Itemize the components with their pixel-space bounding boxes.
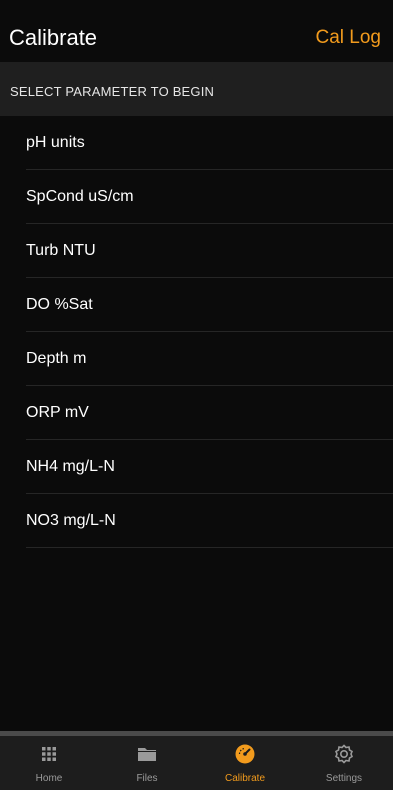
page-title: Calibrate <box>9 25 98 50</box>
parameter-label: NH4 mg/L-N <box>26 458 115 475</box>
tab-files-label: Files <box>136 773 158 784</box>
parameter-label: pH units <box>26 134 85 151</box>
grid-icon <box>42 747 56 761</box>
parameter-label: ORP mV <box>26 404 89 421</box>
list-item[interactable]: Turb NTU <box>0 224 393 278</box>
row-separator <box>26 547 393 548</box>
tab-bar: Home Files Calibrate Settings <box>0 731 393 790</box>
parameter-label: SpCond uS/cm <box>26 188 134 205</box>
gauge-icon <box>235 744 255 764</box>
parameter-label: NO3 mg/L-N <box>26 512 116 529</box>
tab-files[interactable]: Files <box>98 736 196 790</box>
list-item[interactable]: NO3 mg/L-N <box>0 494 393 548</box>
list-item[interactable]: pH units <box>0 116 393 170</box>
cal-log-button[interactable]: Cal Log <box>316 27 382 49</box>
list-item[interactable]: Depth m <box>0 332 393 386</box>
section-header: SELECT PARAMETER TO BEGIN <box>0 62 393 116</box>
gear-icon <box>335 744 353 764</box>
tab-calibrate[interactable]: Calibrate <box>196 736 294 790</box>
list-item[interactable]: ORP mV <box>0 386 393 440</box>
section-header-label: SELECT PARAMETER TO BEGIN <box>10 84 215 99</box>
folder-icon <box>138 748 156 761</box>
tab-calibrate-label: Calibrate <box>224 773 266 784</box>
tab-home[interactable]: Home <box>0 736 98 790</box>
list-item[interactable]: DO %Sat <box>0 278 393 332</box>
parameter-label: Turb NTU <box>26 242 96 259</box>
parameter-label: Depth m <box>26 350 87 367</box>
tab-settings[interactable]: Settings <box>295 736 393 790</box>
list-item[interactable]: SpCond uS/cm <box>0 170 393 224</box>
parameter-label: DO %Sat <box>26 296 93 313</box>
navigation-bar: Calibrate Cal Log <box>0 0 393 62</box>
tab-settings-label: Settings <box>325 773 363 784</box>
tab-home-label: Home <box>35 773 63 784</box>
list-item[interactable]: NH4 mg/L-N <box>0 440 393 494</box>
parameter-list: pH units SpCond uS/cm Turb NTU DO %Sat D… <box>0 116 393 548</box>
